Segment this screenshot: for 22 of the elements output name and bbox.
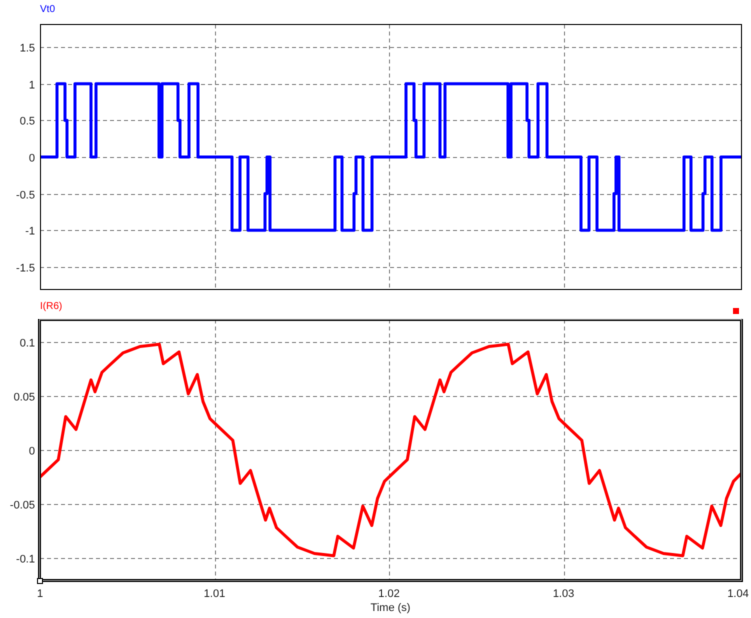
x-tick-label: 1.01 — [204, 588, 226, 600]
y-tick-label: 0.5 — [20, 116, 35, 128]
y-tick-label: 0.1 — [20, 338, 35, 350]
y-tick-label: -1.5 — [16, 262, 35, 274]
x-tick-label: 1.03 — [552, 588, 574, 600]
trace-label: I(R6) — [40, 301, 62, 313]
y-tick-label: -0.5 — [16, 190, 35, 202]
y-tick-label: -1 — [25, 226, 35, 238]
selection-marker-icon[interactable] — [733, 308, 739, 314]
y-tick-label: 1.5 — [20, 42, 35, 54]
trace-label: Vt0 — [40, 4, 56, 16]
x-axis-label: Time (s) — [370, 602, 410, 614]
x-tick-label: 1.02 — [378, 588, 400, 600]
x-tick-label: 1 — [36, 588, 44, 600]
handle-square-icon[interactable] — [37, 578, 43, 584]
y-tick-label: 0 — [28, 152, 35, 164]
y-tick-label: 0.05 — [14, 392, 35, 404]
x-tick-label: 1.04 — [727, 588, 749, 600]
y-tick-label: 0 — [28, 446, 35, 458]
y-tick-label: -0.1 — [16, 554, 35, 566]
y-tick-label: -0.05 — [10, 500, 35, 512]
y-tick-label: 1 — [28, 80, 35, 92]
